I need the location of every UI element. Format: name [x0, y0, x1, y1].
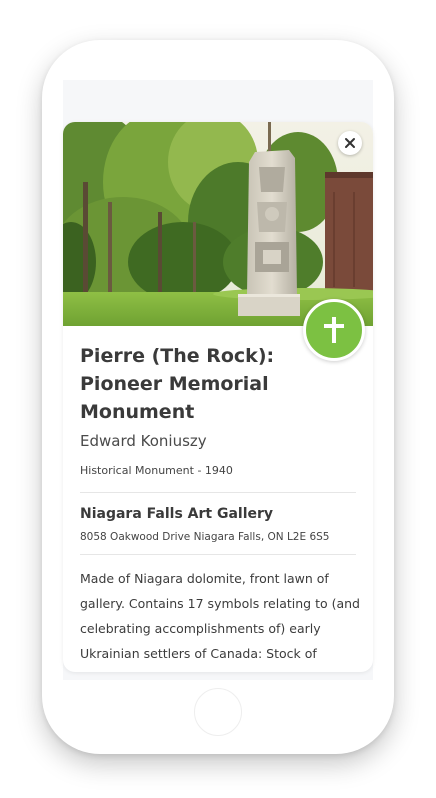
divider [80, 492, 356, 493]
artwork-description: Made of Niagara dolomite, front lawn of … [80, 571, 360, 661]
venue-name[interactable]: Niagara Falls Art Gallery [80, 506, 273, 522]
cross-icon [324, 317, 344, 343]
home-button[interactable] [194, 688, 242, 736]
close-button[interactable] [338, 131, 362, 155]
close-icon [345, 138, 355, 148]
artwork-title: Pierre (The Rock): Pioneer Memorial Monu… [80, 345, 275, 423]
divider [80, 554, 356, 555]
venue-address: 8058 Oakwood Drive Niagara Falls, ON L2E… [80, 531, 330, 543]
artwork-photo [63, 122, 373, 326]
category-badge [303, 299, 365, 361]
artwork-detail-card: Pierre (The Rock): Pioneer Memorial Monu… [63, 122, 373, 672]
artist-name: Edward Koniuszy [80, 432, 207, 450]
category-year: Historical Monument - 1940 [80, 464, 233, 477]
